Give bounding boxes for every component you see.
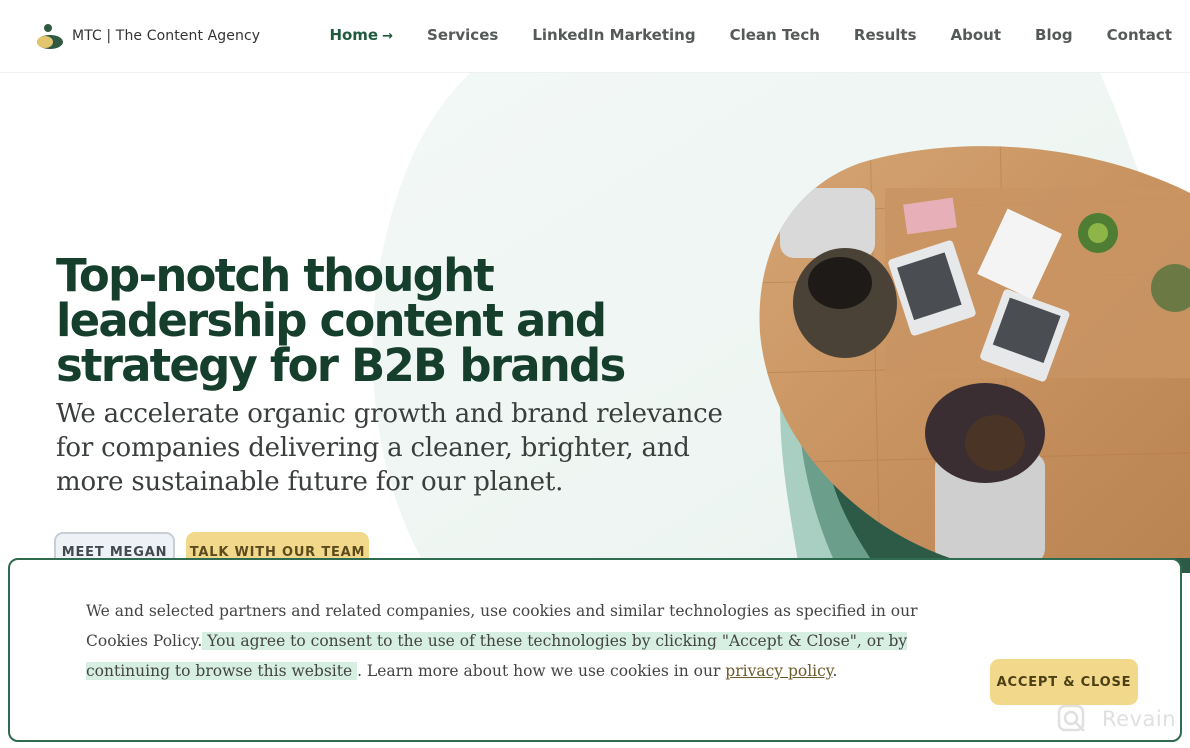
hero-section: Top-notch thought leadership content and… xyxy=(0,73,1190,573)
cookie-banner: We and selected partners and related com… xyxy=(8,558,1182,742)
cookie-message: We and selected partners and related com… xyxy=(86,596,926,686)
hero-title: Top-notch thought leadership content and… xyxy=(56,249,626,392)
nav-linkedin-marketing[interactable]: LinkedIn Marketing xyxy=(532,26,695,44)
logo-text: MTC | The Content Agency xyxy=(72,28,261,44)
watermark-text: Revain xyxy=(1102,707,1177,731)
nav-home-label: Home xyxy=(329,26,379,44)
logo-mark-icon xyxy=(37,24,63,49)
privacy-policy-link[interactable]: privacy policy xyxy=(725,662,832,680)
revain-logo-icon xyxy=(1057,704,1085,732)
hero-subtitle: We accelerate organic growth and brand r… xyxy=(56,399,723,497)
cookie-text-part-2: . Learn more about how we use cookies in… xyxy=(357,662,726,680)
nav-results[interactable]: Results xyxy=(854,26,917,44)
nav-blog[interactable]: Blog xyxy=(1035,26,1073,44)
arrow-right-icon: → xyxy=(382,29,394,44)
nav-about[interactable]: About xyxy=(951,26,1002,44)
site-header: MTC | The Content Agency Home → Services … xyxy=(0,0,1190,73)
nav-home[interactable]: Home → xyxy=(329,26,393,44)
revain-watermark: Revain xyxy=(1056,703,1176,735)
logo[interactable]: MTC | The Content Agency xyxy=(36,22,260,50)
main-nav: Home → Services LinkedIn Marketing Clean … xyxy=(295,26,1172,44)
cookie-text-end: . xyxy=(832,662,838,680)
nav-contact[interactable]: Contact xyxy=(1107,26,1172,44)
accept-close-button[interactable]: ACCEPT & CLOSE xyxy=(990,659,1138,705)
nav-clean-tech[interactable]: Clean Tech xyxy=(730,26,820,44)
nav-services[interactable]: Services xyxy=(427,26,498,44)
